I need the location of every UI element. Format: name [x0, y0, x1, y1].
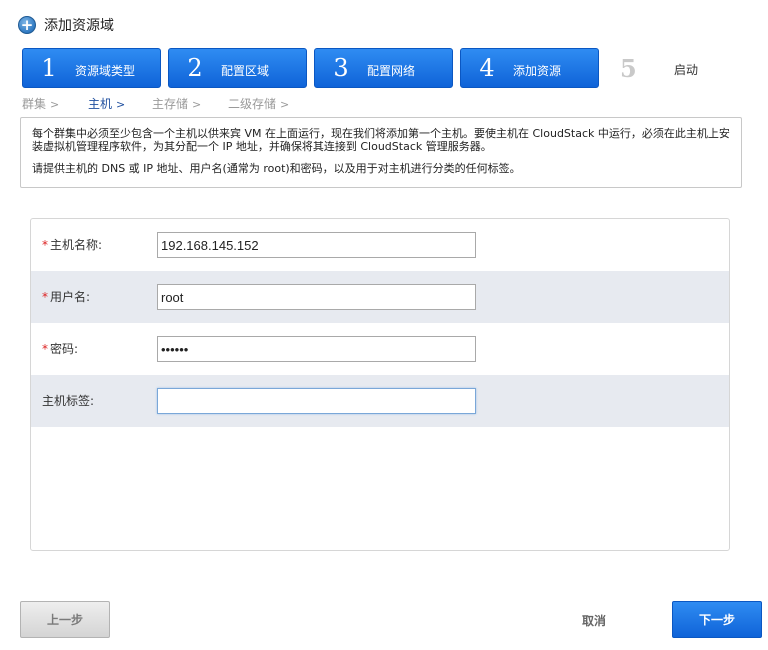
password-input[interactable] — [157, 336, 476, 362]
step-zone-type[interactable]: 1 资源域类型 — [22, 48, 161, 88]
step-label: 资源域类型 — [75, 63, 136, 78]
form-row-host-tags: 主机标签: — [31, 375, 729, 427]
step-label: 配置区域 — [221, 63, 270, 78]
username-input[interactable] — [157, 284, 476, 310]
host-tags-input[interactable] — [157, 388, 476, 414]
step-number: 1 — [41, 54, 57, 82]
step-label: 配置网络 — [367, 63, 416, 78]
plus-circle-icon: + — [18, 16, 36, 34]
previous-button[interactable]: 上一步 — [20, 601, 110, 638]
username-label: * 用户名: — [42, 290, 91, 304]
substep-host[interactable]: 主机 > — [88, 95, 125, 112]
step-label: 添加资源 — [513, 63, 562, 78]
step-launch: 5 启动 — [620, 48, 740, 88]
form-row-password: * 密码: — [31, 323, 729, 375]
chevron-right-icon: > — [50, 98, 60, 111]
cancel-button[interactable]: 取消 — [582, 612, 606, 629]
info-description: 每个群集中必须至少包含一个主机以供来宾 VM 在上面运行，现在我们将添加第一个主… — [20, 117, 742, 188]
hostname-input[interactable] — [157, 232, 476, 258]
step-number: 2 — [187, 54, 203, 82]
chevron-right-icon: > — [192, 98, 202, 111]
info-text-2: 请提供主机的 DNS 或 IP 地址、用户名(通常为 root)和密码，以及用于… — [32, 162, 521, 175]
next-button[interactable]: 下一步 — [672, 601, 762, 638]
host-form: *主机名称: *用户名: *密码: 主机标签: — [30, 218, 730, 551]
required-mark: * — [42, 290, 48, 304]
dialog-title-text: 添加资源域 — [44, 18, 114, 34]
required-mark: * — [42, 342, 48, 356]
substep-primary-storage[interactable]: 主存储 > — [152, 95, 201, 112]
form-row-hostname: * 主机名称: — [31, 219, 729, 271]
required-mark: * — [42, 238, 48, 252]
step-label: 启动 — [674, 62, 699, 77]
substep-secondary-storage[interactable]: 二级存储 > — [228, 95, 289, 112]
substep-cluster[interactable]: 群集 > — [22, 95, 59, 112]
hostname-label: * 主机名称: — [42, 238, 103, 252]
step-number: 3 — [333, 54, 349, 82]
step-setup-network[interactable]: 3 配置网络 — [314, 48, 453, 88]
step-setup-zone[interactable]: 2 配置区域 — [168, 48, 307, 88]
form-row-username: * 用户名: — [31, 271, 729, 323]
step-number: 5 — [620, 53, 637, 83]
chevron-right-icon: > — [116, 98, 126, 111]
step-add-resources[interactable]: 4 添加资源 — [460, 48, 599, 88]
step-number: 4 — [479, 54, 495, 82]
host-tags-label: 主机标签: — [42, 394, 95, 408]
dialog-title: + 添加资源域 — [18, 14, 114, 36]
info-text-1: 每个群集中必须至少包含一个主机以供来宾 VM 在上面运行，现在我们将添加第一个主… — [32, 127, 730, 153]
password-label: * 密码: — [42, 342, 79, 356]
chevron-right-icon: > — [280, 98, 290, 111]
